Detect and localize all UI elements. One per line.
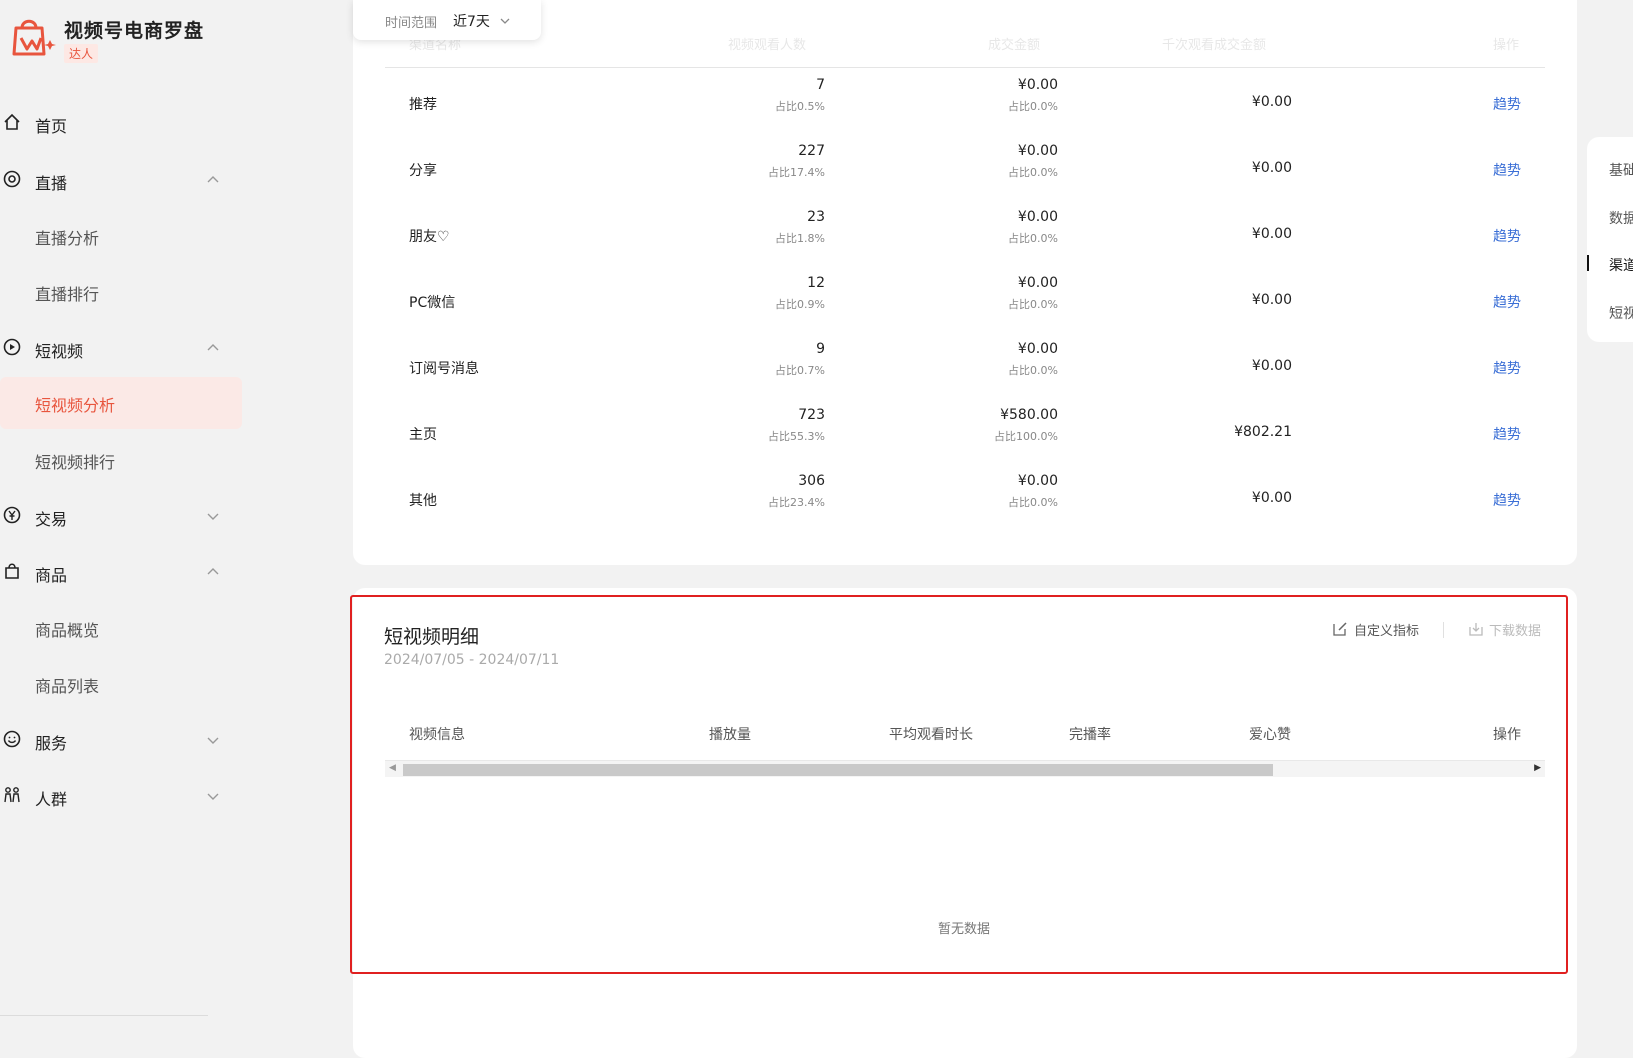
nav-trade[interactable]: 交易 bbox=[0, 493, 242, 541]
chevron-down-icon bbox=[207, 737, 219, 744]
nav-goods-overview[interactable]: 商品概览 bbox=[0, 602, 242, 654]
trend-link[interactable]: 趋势 bbox=[1493, 292, 1521, 312]
chevron-down-icon bbox=[500, 18, 510, 24]
nav-live-analysis[interactable]: 直播分析 bbox=[0, 210, 242, 262]
table-row: PC微信 12 占比0.9% ¥0.00 占比0.0% ¥0.00 趋势 bbox=[385, 268, 1545, 334]
nav-goods-overview-label: 商品概览 bbox=[35, 621, 100, 640]
time-range-selector[interactable]: 时间范围 近7天 bbox=[353, 0, 541, 40]
nav-home[interactable]: 首页 bbox=[0, 100, 242, 148]
shopping-bag-icon bbox=[5, 563, 19, 579]
brand-title: 视频号电商罗盘 bbox=[64, 20, 205, 42]
nav-goods-list-label: 商品列表 bbox=[35, 677, 100, 696]
sidebar-divider bbox=[0, 1015, 208, 1016]
trend-link[interactable]: 趋势 bbox=[1493, 490, 1521, 510]
anchor-active-indicator bbox=[1587, 255, 1589, 271]
chevron-up-icon bbox=[207, 568, 219, 575]
table-row: 其他 306 占比23.4% ¥0.00 占比0.0% ¥0.00 趋势 bbox=[385, 466, 1545, 532]
anchor-item[interactable]: 短视 bbox=[1609, 303, 1633, 323]
gmv-per-k-value: ¥0.00 bbox=[1251, 94, 1292, 110]
gmv-per-k-value: ¥0.00 bbox=[1251, 160, 1292, 176]
nav-home-label: 首页 bbox=[35, 117, 68, 136]
nav-short-video[interactable]: 短视频 bbox=[0, 325, 242, 373]
th-views[interactable]: 视频观看人数 bbox=[728, 34, 806, 53]
nav-crowd[interactable]: 人群 bbox=[0, 773, 242, 821]
brand-badge: 达人 bbox=[64, 44, 99, 63]
trend-link[interactable]: 趋势 bbox=[1493, 424, 1521, 444]
trend-link[interactable]: 趋势 bbox=[1493, 160, 1521, 180]
table-row: 推荐 7 占比0.5% ¥0.00 占比0.0% ¥0.00 趋势 bbox=[385, 70, 1545, 136]
gmv-value: ¥0.00 bbox=[1017, 77, 1058, 93]
home-icon bbox=[4, 113, 20, 130]
table-row: 分享 227 占比17.4% ¥0.00 占比0.0% ¥0.00 趋势 bbox=[385, 136, 1545, 202]
nav-crowd-label: 人群 bbox=[35, 790, 68, 809]
trend-link[interactable]: 趋势 bbox=[1493, 358, 1521, 378]
gmv-per-k-value: ¥0.00 bbox=[1251, 226, 1292, 242]
gmv-value: ¥0.00 bbox=[1017, 341, 1058, 357]
nav-goods[interactable]: 商品 bbox=[0, 549, 242, 597]
nav-short-video-ranking[interactable]: 短视频排行 bbox=[0, 434, 242, 486]
nav-service-label: 服务 bbox=[35, 734, 68, 753]
chevron-up-icon bbox=[207, 344, 219, 351]
sidebar: 视频号电商罗盘 达人 首页 直播 直播分析 直播排行 短视频 短视频分析 短视频… bbox=[0, 0, 242, 1048]
gmv-per-k-value: ¥0.00 bbox=[1251, 490, 1292, 506]
live-icon bbox=[3, 170, 21, 188]
brand-logo bbox=[12, 19, 56, 56]
gmv-value: ¥0.00 bbox=[1017, 473, 1058, 489]
nav-goods-label: 商品 bbox=[35, 566, 68, 585]
channel-table-header: 渠道名称 视频观看人数 成交金额 千次观看成交金额 操作 bbox=[385, 30, 1545, 68]
table-row: 主页 723 占比55.3% ¥580.00 占比100.0% ¥802.21 … bbox=[385, 400, 1545, 466]
nav-goods-list[interactable]: 商品列表 bbox=[0, 658, 242, 710]
nav-live[interactable]: 直播 bbox=[0, 157, 242, 205]
gmv-value: ¥580.00 bbox=[1000, 407, 1058, 423]
nav-short-video-analysis[interactable]: 短视频分析 bbox=[0, 377, 242, 429]
gmv-value: ¥0.00 bbox=[1017, 275, 1058, 291]
nav-service[interactable]: 服务 bbox=[0, 717, 242, 765]
nav-short-video-analysis-label: 短视频分析 bbox=[35, 396, 116, 415]
nav-short-video-label: 短视频 bbox=[35, 342, 84, 361]
nav-live-analysis-label: 直播分析 bbox=[35, 229, 100, 248]
time-range-label: 时间范围 bbox=[385, 16, 438, 31]
smile-icon bbox=[3, 730, 21, 748]
anchor-item-active[interactable]: 渠道 bbox=[1609, 255, 1633, 275]
table-row: 朋友♡ 23 占比1.8% ¥0.00 占比0.0% ¥0.00 趋势 bbox=[385, 202, 1545, 268]
gmv-value: ¥0.00 bbox=[1017, 209, 1058, 225]
chevron-up-icon bbox=[207, 176, 219, 183]
gmv-per-k-value: ¥0.00 bbox=[1251, 292, 1292, 308]
nav-live-label: 直播 bbox=[35, 174, 68, 193]
trend-link[interactable]: 趋势 bbox=[1493, 94, 1521, 114]
anchor-item[interactable]: 基础 bbox=[1609, 160, 1633, 180]
trend-link[interactable]: 趋势 bbox=[1493, 226, 1521, 246]
gmv-value: ¥0.00 bbox=[1017, 143, 1058, 159]
anchor-nav: 基础 数据 渠道 短视 bbox=[1587, 137, 1633, 342]
yen-circle-icon bbox=[3, 506, 21, 524]
time-range-value: 近7天 bbox=[453, 14, 490, 30]
play-circle-icon bbox=[3, 338, 21, 356]
gmv-per-k-value: ¥0.00 bbox=[1251, 358, 1292, 374]
nav-live-ranking[interactable]: 直播排行 bbox=[0, 266, 242, 318]
chevron-down-icon bbox=[207, 793, 219, 800]
gmv-per-k-value: ¥802.21 bbox=[1234, 424, 1292, 440]
th-op: 操作 bbox=[1493, 38, 1520, 53]
people-icon bbox=[4, 787, 20, 803]
highlight-box bbox=[350, 595, 1568, 974]
table-row: 订阅号消息 9 占比0.7% ¥0.00 占比0.0% ¥0.00 趋势 bbox=[385, 334, 1545, 400]
th-gmv-per-k[interactable]: 千次观看成交金额 bbox=[1162, 34, 1266, 53]
nav-trade-label: 交易 bbox=[35, 510, 68, 529]
chevron-down-icon bbox=[207, 513, 219, 520]
nav-live-ranking-label: 直播排行 bbox=[35, 285, 100, 304]
th-gmv[interactable]: 成交金额 bbox=[988, 34, 1040, 53]
anchor-item[interactable]: 数据 bbox=[1609, 208, 1633, 228]
nav-short-video-ranking-label: 短视频排行 bbox=[35, 453, 116, 472]
